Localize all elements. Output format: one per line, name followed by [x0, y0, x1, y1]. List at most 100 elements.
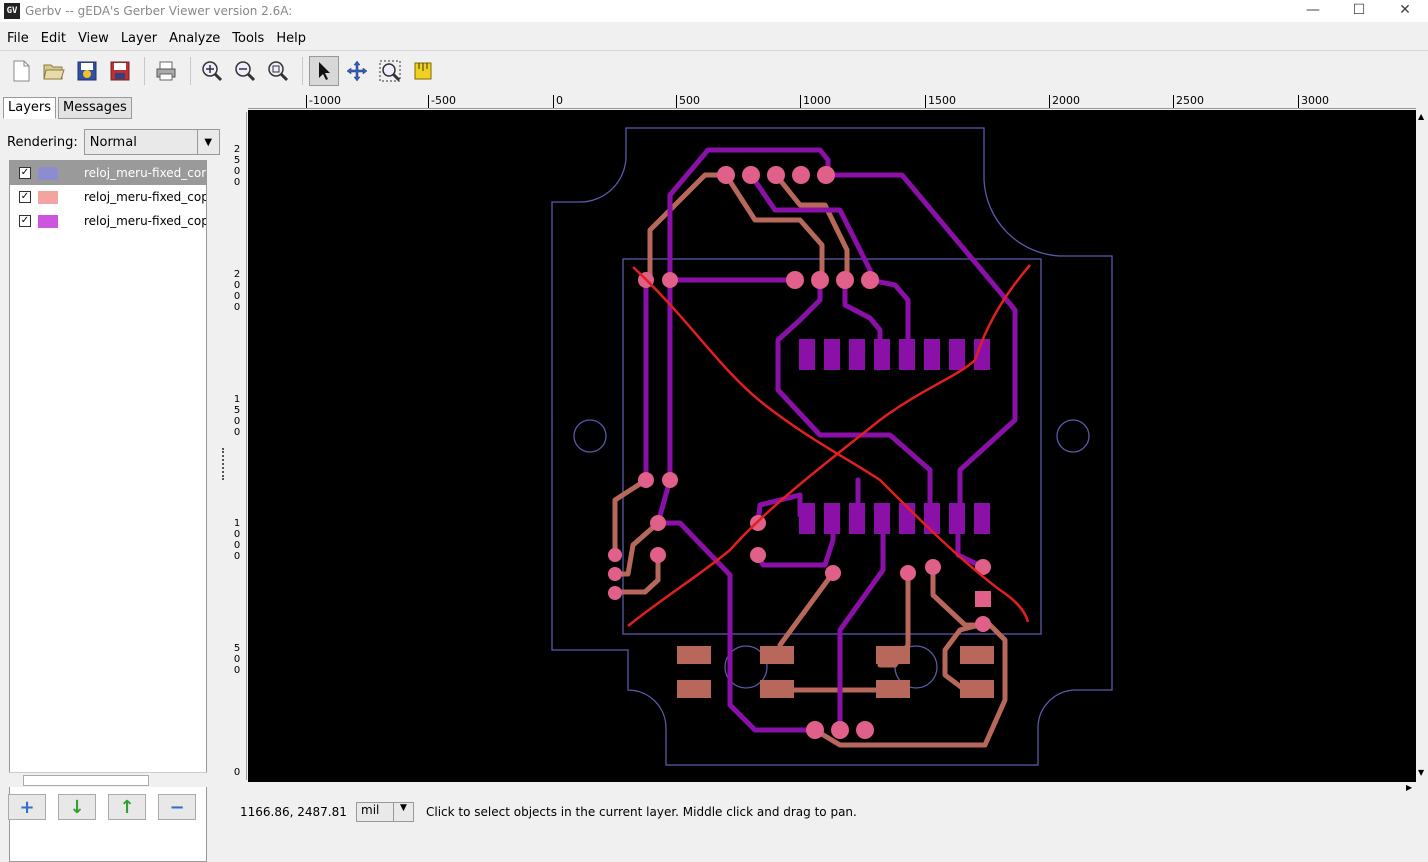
tab-messages[interactable]: Messages	[58, 97, 132, 119]
mounting-hole	[573, 419, 607, 453]
maximize-button[interactable]: ☐	[1336, 0, 1382, 22]
toolbar	[0, 50, 1428, 90]
add-layer-button[interactable]: +	[8, 794, 46, 820]
zoom-fit-icon[interactable]	[263, 56, 293, 86]
move-layer-down-button[interactable]: ↓	[58, 794, 96, 820]
revert-icon[interactable]	[72, 56, 102, 86]
trace	[647, 172, 729, 281]
layer-row[interactable]: ✓ reloj_meru-fixed_con	[10, 161, 206, 185]
layer-color-swatch[interactable]	[38, 190, 58, 204]
layer-color-swatch[interactable]	[38, 166, 58, 180]
menu-help[interactable]: Help	[270, 31, 312, 46]
zoom-area-icon[interactable]	[375, 56, 405, 86]
smd-pad	[799, 503, 815, 534]
via-pad	[817, 166, 835, 184]
menu-file[interactable]: File	[1, 31, 35, 46]
layer-name: reloj_meru-fixed_con	[84, 166, 206, 180]
gerber-canvas[interactable]	[248, 110, 1416, 782]
unit-value: mil	[361, 803, 380, 817]
trace	[612, 520, 661, 577]
trace	[612, 477, 649, 558]
pane-splitter-handle[interactable]	[222, 448, 226, 480]
bottom-copper-layer	[612, 172, 1008, 748]
smd-pad	[949, 339, 965, 370]
rendering-select[interactable]: Normal ▼	[83, 129, 220, 155]
pointer-icon[interactable]	[309, 55, 339, 86]
ruler-tick: 2000	[1049, 95, 1080, 108]
toolbar-separator	[190, 56, 191, 85]
top-copper-layer	[643, 147, 1018, 733]
via-pad	[786, 271, 804, 289]
via-pad	[925, 559, 941, 575]
ruler-tick: 500	[233, 643, 241, 676]
layer-list: ✓ reloj_meru-fixed_con ✓ reloj_meru-fixe…	[9, 160, 207, 862]
measure-icon[interactable]	[408, 56, 438, 86]
layer-buttons: + ↓ ↑ −	[8, 794, 208, 820]
via-pad	[831, 721, 849, 739]
ruler-tick: 2500	[233, 144, 241, 188]
scrollbar-thumb[interactable]	[23, 775, 149, 786]
smd-pad	[924, 339, 940, 370]
menu-analyze[interactable]: Analyze	[163, 31, 226, 46]
ruler-tick: 0	[233, 767, 241, 778]
tab-layers[interactable]: Layers	[3, 97, 57, 119]
toolbar-separator	[144, 56, 145, 85]
canvas-vertical-scrollbar[interactable]: ▲ ▼	[1416, 110, 1428, 782]
layer-color-swatch[interactable]	[38, 214, 58, 228]
scroll-down-icon[interactable]: ▼	[1418, 768, 1424, 777]
via-pad	[900, 565, 916, 581]
window-title: Gerbv -- gEDA's Gerber Viewer version 2.…	[25, 4, 293, 18]
layer-visibility-checkbox[interactable]: ✓	[19, 215, 31, 227]
square-pad	[975, 591, 991, 607]
unit-select[interactable]: mil ▼	[356, 802, 414, 822]
via-pad	[825, 565, 841, 581]
menu-layer[interactable]: Layer	[115, 31, 163, 46]
smd-pad	[677, 680, 711, 698]
toolbar-separator	[302, 56, 303, 85]
via-pad	[717, 166, 735, 184]
ruler-tick: 1500	[925, 95, 956, 108]
smd-pad	[924, 503, 940, 534]
via-pad	[638, 472, 654, 488]
zoom-out-icon[interactable]	[230, 56, 260, 86]
open-icon[interactable]	[39, 56, 69, 86]
menu-view[interactable]: View	[72, 31, 115, 46]
via-pad	[650, 547, 666, 563]
scroll-up-icon[interactable]: ▲	[1418, 112, 1424, 121]
layer-visibility-checkbox[interactable]: ✓	[19, 191, 31, 203]
layer-row[interactable]: ✓ reloj_meru-fixed_cop	[10, 209, 206, 233]
via-pad	[608, 548, 622, 562]
menu-tools[interactable]: Tools	[226, 31, 270, 46]
remove-layer-button[interactable]: −	[158, 794, 196, 820]
menu-edit[interactable]: Edit	[35, 31, 72, 46]
smd-pad	[760, 646, 794, 664]
smd-pad	[960, 680, 994, 698]
move-layer-up-button[interactable]: ↑	[108, 794, 146, 820]
new-file-icon[interactable]	[6, 56, 36, 86]
via-pad	[662, 472, 678, 488]
layer-list-scrollbar[interactable]	[9, 772, 207, 787]
ruler-tick: 2000	[233, 269, 241, 313]
smd-pad	[760, 680, 794, 698]
layer-visibility-checkbox[interactable]: ✓	[19, 167, 31, 179]
smd-pad	[899, 339, 915, 370]
close-button[interactable]: ✕	[1382, 0, 1428, 22]
print-icon[interactable]	[151, 56, 181, 86]
save-icon[interactable]	[105, 56, 135, 86]
via-pad	[742, 166, 760, 184]
rendering-row: Rendering: Normal ▼	[7, 129, 220, 155]
smd-pad	[824, 503, 840, 534]
minimize-button[interactable]: —	[1290, 0, 1336, 22]
menu-bar: File Edit View Layer Analyze Tools Help	[0, 27, 1428, 49]
ruler-tick: -500	[428, 95, 456, 108]
layer-row[interactable]: ✓ reloj_meru-fixed_cop	[10, 185, 206, 209]
ic-pads-lower	[799, 503, 990, 534]
scroll-right-icon[interactable]: ▶	[1406, 783, 1412, 792]
via-pad	[975, 616, 991, 632]
via-pad	[608, 586, 622, 600]
canvas-horizontal-scrollbar[interactable]: ▶	[248, 782, 1416, 796]
zoom-in-icon[interactable]	[197, 56, 227, 86]
pan-icon[interactable]	[342, 56, 372, 86]
smd-pad	[974, 503, 990, 534]
sidebar: Layers Messages Rendering: Normal ▼ ✓ re…	[0, 92, 220, 862]
